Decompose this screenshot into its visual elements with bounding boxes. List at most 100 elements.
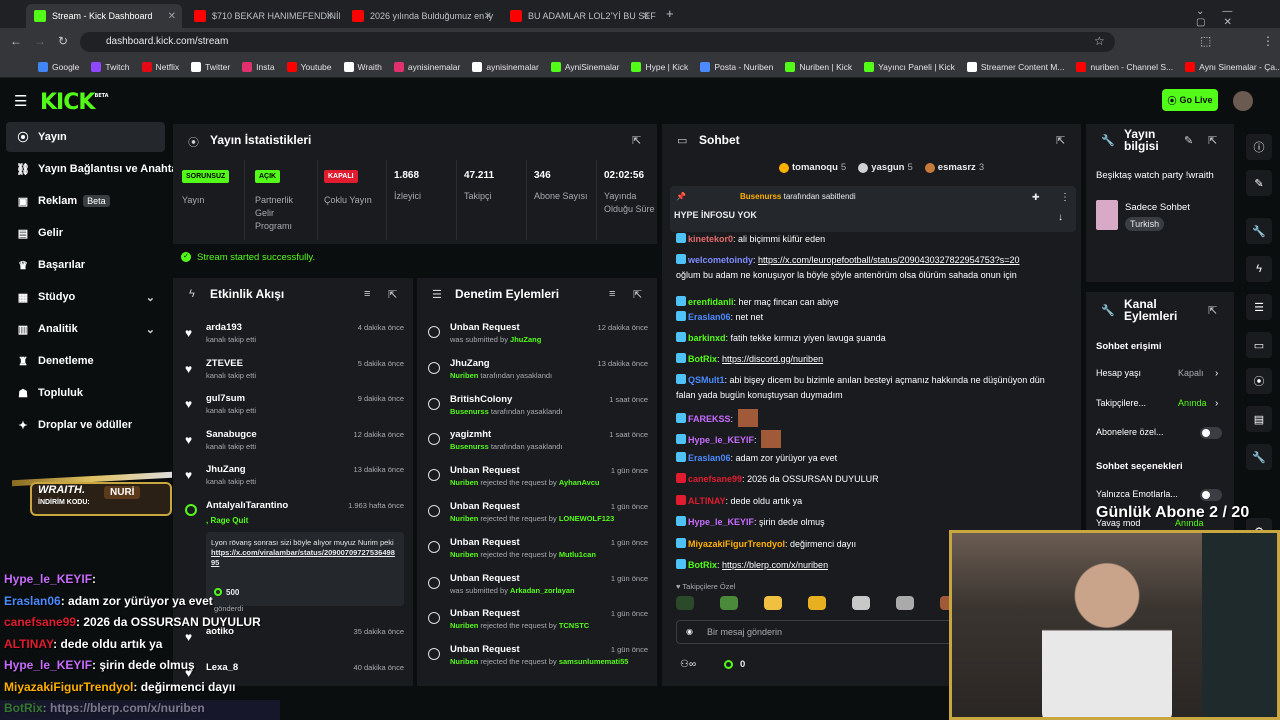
bookmark-9[interactable]: aynisinemalar (472, 61, 539, 72)
tab-youtube-3[interactable]: BU ADAMLAR LOL2'Yİ BU SEFER ✕ (502, 4, 656, 28)
bookmark-16[interactable]: nuriben - Channel S... (1076, 61, 1173, 72)
bookmark-17[interactable]: Aynı Sinemalar - Ça... (1185, 61, 1280, 72)
chat-message[interactable]: FAREKSS: (676, 409, 1066, 427)
chevron-down-icon[interactable]: ⌄ (146, 291, 155, 304)
emote-icon[interactable] (764, 596, 782, 610)
activity-item[interactable]: ♥ Sanabugce kanalı takip etti 12 dakika önc… (180, 429, 408, 463)
chat-username[interactable]: BotRix (688, 560, 717, 570)
bookmark-3[interactable]: Netflix (141, 61, 179, 72)
bookmark-10[interactable]: AyniSinemalar (550, 61, 619, 72)
bookmark-6[interactable]: Youtube (286, 61, 332, 72)
more-options-icon[interactable]: ⋮ (1060, 192, 1070, 203)
sidebar-item-8[interactable]: ♜ Denetleme (6, 346, 165, 376)
chat-message[interactable]: canefsane99: 2026 da OSSURSAN DUYULUR (676, 472, 1066, 487)
tab-youtube-1[interactable]: $710 BEKAR HANIMEFENDİNİN ✕ (186, 4, 340, 28)
activity-item[interactable]: ♥ ZTEVEE kanalı takip etti 5 dakika önce (180, 358, 408, 392)
scroll-down-icon[interactable]: ↓ (1058, 212, 1063, 223)
chat-username[interactable]: barkinxd (688, 333, 726, 343)
bookmark-5[interactable]: Insta (242, 61, 275, 72)
chat-link[interactable]: https://x.com/leuropefootball/status/209… (758, 255, 1019, 265)
chat-message[interactable]: QSMult1: abi bişey dicem bu bizimle anıl… (676, 373, 1066, 403)
bookmark-2[interactable]: Twitch (91, 61, 130, 72)
moderation-item[interactable]: BritishColony Busenurss tarafından yasakl… (426, 394, 650, 428)
lightning-icon[interactable]: ϟ (1246, 256, 1272, 282)
chat-username[interactable]: Hype_le_KEYIF (688, 517, 754, 527)
broadcast-icon[interactable]: ⦿ (1246, 368, 1272, 394)
chat-message[interactable]: Hype_le_KEYIF: (676, 430, 1066, 448)
chat-username[interactable]: welcometoindy (688, 255, 753, 265)
sidebar-item-2[interactable]: ⛓ Yayın Bağlantısı ve Anahtarı (6, 154, 185, 184)
edit-icon[interactable]: ✎ (1246, 170, 1272, 196)
chevron-right-icon[interactable]: › (1215, 368, 1218, 379)
moderation-item[interactable]: Unban Request Nuriben rejected the reques… (426, 608, 650, 642)
popout-icon[interactable]: ⇱ (1208, 304, 1217, 317)
channel-setting-value[interactable]: Anında (1178, 398, 1207, 408)
sidebar-item-6[interactable]: ▦ Stüdyo ⌄ (6, 282, 165, 312)
window-controls[interactable]: ⌄—▢✕ (1196, 6, 1280, 28)
forward-icon[interactable]: → (34, 34, 46, 48)
close-tab-icon[interactable]: ✕ (642, 11, 650, 22)
activity-item[interactable]: ♥ gul7sum kanalı takip etti 9 dakika önce (180, 393, 408, 427)
list-icon[interactable]: ☰ (1246, 294, 1272, 320)
chat-message[interactable]: Eraslan06: adam zor yürüyor ya evet (676, 451, 1066, 466)
top-chatter-2[interactable]: yasgun 5 (858, 162, 913, 173)
chat-message[interactable]: barkinxd: fatih tekke kırmızı yiyen lavu… (676, 331, 1066, 346)
emote-icon[interactable] (720, 596, 738, 610)
url-input[interactable]: dashboard.kick.com/stream (80, 32, 1115, 52)
chat-icon[interactable]: ▭ (1246, 332, 1272, 358)
activity-item[interactable]: ♥ JhuZang kanalı takip etti 13 dakika önce (180, 464, 408, 498)
bookmark-13[interactable]: Nuriben | Kick (785, 61, 852, 72)
emote-icon[interactable] (808, 596, 826, 610)
bookmark-1[interactable]: Google (38, 61, 79, 72)
chat-username[interactable]: Eraslan06 (688, 453, 731, 463)
chevron-right-icon[interactable]: › (1215, 398, 1218, 409)
chat-username[interactable]: kinetekor0 (688, 234, 733, 244)
menu-icon[interactable]: ⋮ (1262, 34, 1274, 48)
subscriber-only-toggle[interactable] (1200, 427, 1222, 439)
close-tab-icon[interactable]: ✕ (168, 11, 176, 22)
chat-message[interactable]: Eraslan06: net net (676, 310, 1066, 325)
chat-username[interactable]: ALTINAY (688, 496, 726, 506)
tab-kick-dashboard[interactable]: Stream - Kick Dashboard ✕ (26, 4, 182, 28)
channel-setting-value[interactable]: Kapalı (1178, 368, 1204, 378)
chat-username[interactable]: canefsane99 (688, 474, 742, 484)
moderation-item[interactable]: Unban Request Nuriben rejected the reques… (426, 501, 650, 535)
top-chatter-1[interactable]: tomanoqu 5 (779, 162, 846, 173)
info-icon[interactable]: ⓘ (1246, 134, 1272, 160)
activity-item[interactable]: ♥ aotiko 35 dakika önce (180, 626, 408, 646)
moderation-item[interactable]: Unban Request Nuriben rejected the reques… (426, 644, 650, 678)
chat-message[interactable]: BotRix: https://discord.gg/nuriben (676, 352, 1066, 367)
chat-username[interactable]: Eraslan06 (688, 312, 731, 322)
emote-icon[interactable] (896, 596, 914, 610)
filter-icon[interactable]: ≡ (364, 288, 370, 300)
chat-message[interactable]: kinetekor0: ali biçimmi küfür eden (676, 232, 1066, 244)
popout-icon[interactable]: ⇱ (1056, 134, 1065, 147)
sidebar-item-10[interactable]: ✦ Droplar ve ödüller (6, 410, 165, 440)
chat-message[interactable]: ALTINAY: dede oldu artık ya (676, 494, 1066, 509)
wrench-icon[interactable]: 🔧 (1246, 218, 1272, 244)
hamburger-menu-icon[interactable]: ☰ (14, 92, 27, 110)
popout-icon[interactable]: ⇱ (1208, 134, 1217, 147)
moderation-item[interactable]: JhuZang Nuriben tarafından yasaklandı 13 d… (426, 358, 650, 392)
moderation-item[interactable]: Unban Request was submitted by JhuZang 12 … (426, 322, 650, 356)
grid-icon[interactable]: ▤ (1246, 406, 1272, 432)
moderation-item[interactable]: yagizmht Busenurss tarafından yasaklandı 1… (426, 429, 650, 463)
activity-bet[interactable]: AntalyalıTarantino , Rage Quit 1.963 hafta… (180, 500, 408, 618)
chat-username[interactable]: erenfidanli (688, 297, 734, 307)
bookmark-15[interactable]: Streamer Content M... (966, 61, 1064, 72)
chat-username[interactable]: Hype_le_KEYIF (688, 435, 754, 445)
sidebar-item-7[interactable]: ▥ Analitik ⌄ (6, 314, 165, 344)
bookmark-11[interactable]: Hype | Kick (631, 61, 688, 72)
sidebar-item-9[interactable]: ☗ Topluluk (6, 378, 165, 408)
pin-toggle-icon[interactable]: ✚ (1032, 192, 1040, 203)
popout-icon[interactable]: ⇱ (633, 288, 642, 301)
sidebar-item-3[interactable]: ▣ Reklam Beta (6, 186, 165, 216)
go-live-button[interactable]: ⦿ Go Live (1162, 89, 1218, 111)
chat-username[interactable]: BotRix (688, 354, 717, 364)
kick-logo[interactable]: KICKBETA (40, 90, 109, 115)
back-icon[interactable]: ← (10, 34, 22, 48)
extensions-icon[interactable]: ⬚ (1200, 34, 1211, 48)
chat-message[interactable]: erenfidanli: her maç fincan can abiye (676, 295, 1066, 310)
activity-item[interactable]: ♥ arda193 kanalı takip etti 4 dakika önce (180, 322, 408, 356)
wrench-icon[interactable]: 🔧 (1246, 444, 1272, 470)
